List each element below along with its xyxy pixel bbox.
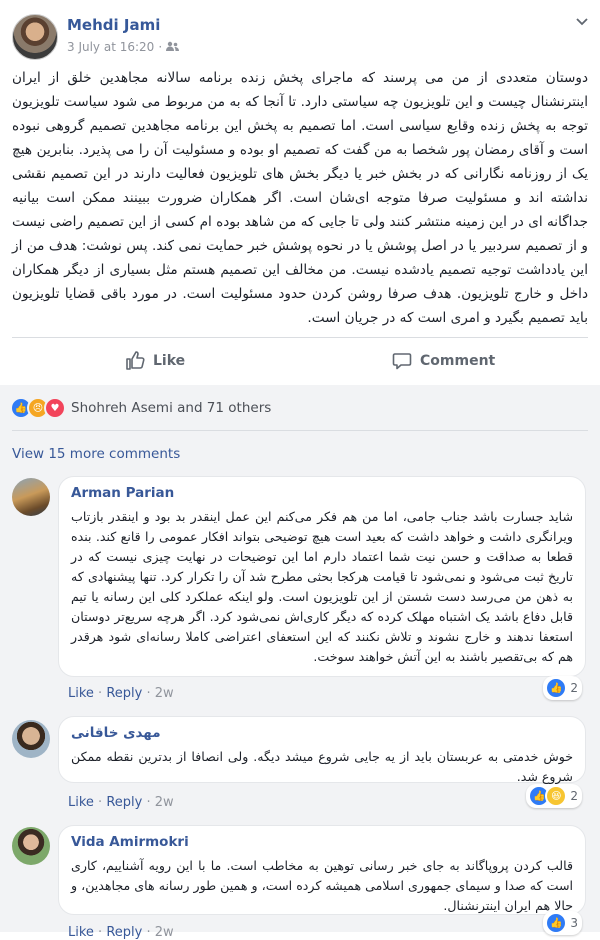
commenter-name[interactable]: Arman Parian <box>71 485 573 501</box>
divider <box>12 430 588 431</box>
meta-dot: · <box>158 40 163 54</box>
view-more-comments-link[interactable]: View 15 more comments <box>12 446 180 462</box>
comment-text: قالب کردن پروپاگاند به جای خبر رسانی توه… <box>71 858 573 913</box>
comment-reactions[interactable]: 👍 2 <box>543 676 582 700</box>
comment-icon <box>392 353 412 370</box>
friends-icon <box>166 41 180 51</box>
author-name[interactable]: Mehdi Jami <box>67 16 160 34</box>
post-actions: Like Comment <box>0 338 600 384</box>
comment-actions: Like · Reply · 2w <box>68 686 174 701</box>
haha-reaction-icon: 😆 <box>545 785 568 807</box>
like-reaction-icon: 👍 <box>545 912 568 934</box>
commenter-avatar[interactable] <box>12 478 50 516</box>
comment-reply-link[interactable]: Reply <box>106 795 142 810</box>
like-reaction-icon: 👍 <box>545 677 568 699</box>
author-avatar[interactable] <box>12 14 58 60</box>
commenter-avatar[interactable] <box>12 720 50 758</box>
post-meta: 3 July at 16:20 · <box>67 40 180 54</box>
post-text: دوستان متعددی از من می پرسند که ماجرای پ… <box>12 70 588 326</box>
comment-actions: Like · Reply · 2w <box>68 795 174 810</box>
comment-bubble: Vida Amirmokri قالب کردن پروپاگاند به جا… <box>58 825 586 915</box>
reaction-count: 3 <box>570 916 578 930</box>
reactions-summary[interactable]: 👍 😠 ♥ Shohreh Asemi and 71 others <box>10 397 271 419</box>
comment-text: شاید جسارت باشد جناب جامی، اما من هم فکر… <box>71 509 573 664</box>
post-header: Mehdi Jami 3 July at 16:20 · <box>12 12 588 64</box>
comment-button[interactable]: Comment <box>392 338 495 384</box>
love-reaction-icon: ♥ <box>44 397 66 419</box>
like-label: Like <box>153 353 186 369</box>
chevron-down-icon[interactable] <box>576 14 588 30</box>
comment-like-link[interactable]: Like <box>68 795 94 810</box>
thumbs-up-icon <box>126 351 145 370</box>
commenter-name[interactable]: مهدی خاقانی <box>71 725 573 741</box>
post-date[interactable]: 3 July at 16:20 <box>67 40 154 54</box>
commenter-avatar[interactable] <box>12 827 50 865</box>
like-button[interactable]: Like <box>125 338 185 384</box>
comment-text: خوش خدمتی به عربستان باید از یه جایی شرو… <box>71 749 573 784</box>
comment-time[interactable]: 2w <box>155 925 174 940</box>
comment-label: Comment <box>420 353 496 369</box>
comment-like-link[interactable]: Like <box>68 925 94 940</box>
comment-actions: Like · Reply · 2w <box>68 925 174 940</box>
comment-like-link[interactable]: Like <box>68 686 94 701</box>
commenter-name[interactable]: Vida Amirmokri <box>71 834 573 850</box>
reaction-count: 2 <box>570 789 578 803</box>
comment-time[interactable]: 2w <box>155 795 174 810</box>
comment-reactions[interactable]: 👍 😆 2 <box>526 784 582 808</box>
comment-bubble: مهدی خاقانی خوش خدمتی به عربستان باید از… <box>58 716 586 784</box>
reactions-text: Shohreh Asemi and 71 others <box>71 400 272 416</box>
comment-bubble: Arman Parian شاید جسارت باشد جناب جامی، … <box>58 476 586 677</box>
comment-time[interactable]: 2w <box>155 686 174 701</box>
comment-reply-link[interactable]: Reply <box>106 925 142 940</box>
reaction-count: 2 <box>570 681 578 695</box>
comment-reply-link[interactable]: Reply <box>106 686 142 701</box>
comment-reactions[interactable]: 👍 3 <box>543 911 582 935</box>
